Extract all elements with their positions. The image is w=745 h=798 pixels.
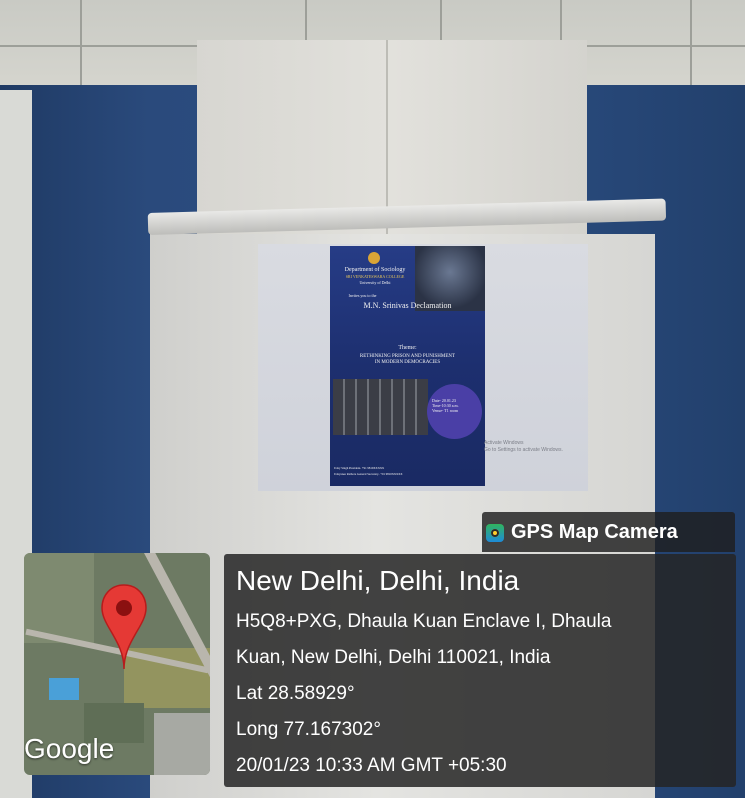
poster-theme-text: RETHINKING PRISON AND PUNISHMENT IN MODE… bbox=[330, 354, 485, 366]
latitude: Lat 28.58929° bbox=[236, 683, 355, 704]
google-logo: Google bbox=[24, 733, 115, 764]
map-thumbnail: Google bbox=[24, 553, 210, 775]
poster-contact-2: Udayanee Rathore General Secretary- +91 … bbox=[334, 472, 403, 476]
poster-invitation: Invites you to the bbox=[348, 293, 377, 298]
gps-app-badge: GPS Map Camera bbox=[482, 512, 735, 552]
poster-event-title: M.N. Srinivas Declamation bbox=[363, 301, 452, 310]
prison-bar bbox=[403, 379, 405, 435]
address-line-1: H5Q8+PXG, Dhaula Kuan Enclave I, Dhaula bbox=[236, 611, 612, 632]
watermark-line1: Activate Windows bbox=[484, 440, 524, 446]
poster-event-details: Date- 20.01.23 Time-10:30 a.m. Venue- T1… bbox=[432, 398, 477, 413]
activate-windows-watermark: Activate Windows Go to Settings to activ… bbox=[484, 440, 563, 454]
timestamp: 20/01/23 10:33 AM GMT +05:30 bbox=[236, 755, 507, 776]
photo-scene: Department of Sociology SRI VENKATESWARA… bbox=[0, 0, 745, 798]
address-line-2: Kuan, New Delhi, Delhi 110021, India bbox=[236, 647, 551, 668]
prison-bars-image bbox=[333, 379, 428, 435]
prison-bar bbox=[391, 379, 393, 435]
poster-university: University of Delhi bbox=[359, 280, 391, 285]
poster-venue: Venue- T1 room bbox=[432, 408, 459, 413]
location-title: New Delhi, Delhi, India bbox=[236, 565, 520, 596]
location-info-panel: New Delhi, Delhi, India H5Q8+PXG, Dhaula… bbox=[224, 554, 736, 787]
event-poster: Department of Sociology SRI VENKATESWARA… bbox=[330, 246, 485, 486]
college-logo bbox=[368, 252, 380, 264]
map-pool bbox=[49, 678, 79, 700]
poster-department: Department of Sociology bbox=[344, 267, 406, 273]
prison-bar bbox=[379, 379, 381, 435]
map-pin-icon bbox=[101, 584, 147, 670]
app-name: GPS Map Camera bbox=[511, 521, 678, 543]
prison-bar bbox=[343, 379, 345, 435]
poster-theme-line2: IN MODERN DEMOCRACIES bbox=[374, 360, 441, 365]
ceiling-grid-line bbox=[80, 0, 82, 95]
prison-bar bbox=[355, 379, 357, 435]
longitude: Long 77.167302° bbox=[236, 719, 381, 740]
gps-map-camera-app-icon bbox=[486, 524, 504, 542]
ceiling-grid-line bbox=[690, 0, 692, 95]
watermark-line2: Go to Settings to activate Windows. bbox=[484, 447, 563, 453]
map-buildings bbox=[154, 713, 210, 775]
prison-bar bbox=[415, 379, 417, 435]
prison-bar bbox=[367, 379, 369, 435]
poster-theme-label: Theme: bbox=[398, 345, 417, 351]
